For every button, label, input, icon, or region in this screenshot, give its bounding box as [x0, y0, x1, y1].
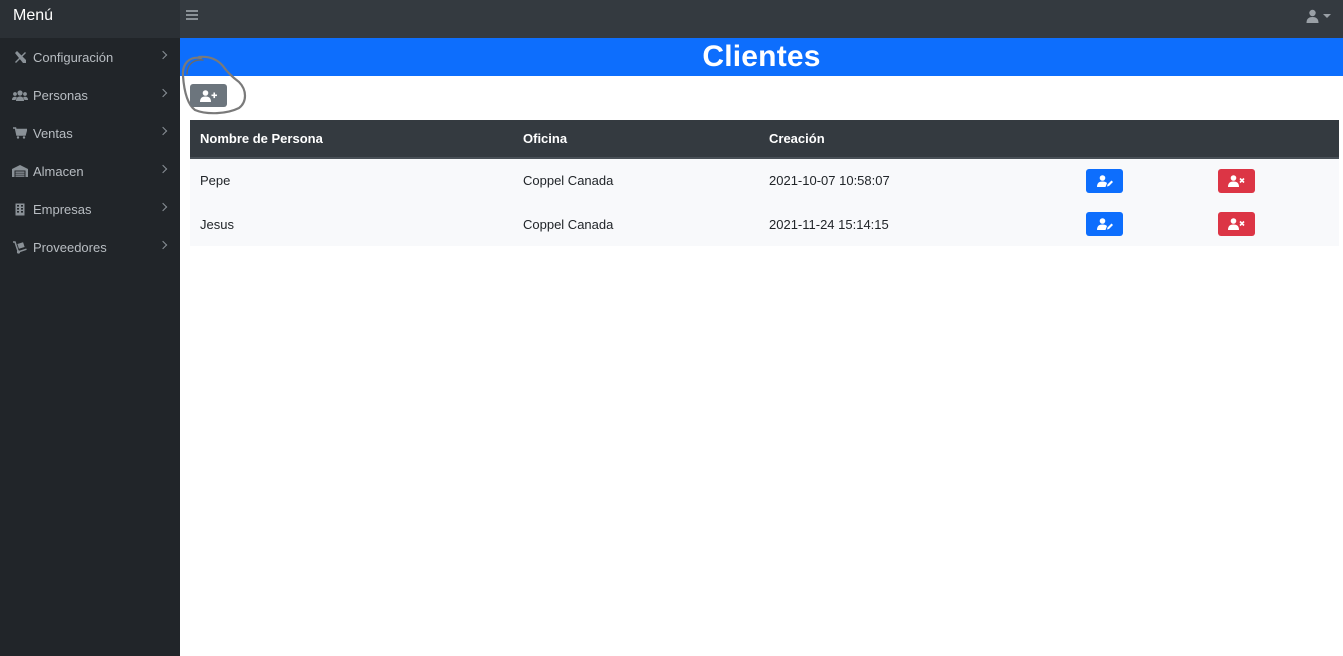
hamburger-icon[interactable] [186, 10, 198, 22]
cell-delete [1207, 202, 1339, 246]
sidebar-item-label: Empresas [33, 201, 92, 217]
cell-creacion: 2021-11-24 15:14:15 [769, 216, 889, 232]
chevron-right-icon [158, 164, 168, 174]
brand-title: Menú [0, 0, 180, 38]
sidebar: Configuración Personas Ventas Almacen Em… [0, 38, 180, 656]
delete-client-button[interactable] [1218, 168, 1255, 193]
cell-edit [1075, 202, 1207, 246]
table-header-row: Nombre de Persona Oficina Creación [190, 120, 1339, 159]
table-row: Jesus Coppel Canada 2021-11-24 15:14:15 [190, 202, 1339, 246]
page-header: Clientes [180, 38, 1343, 76]
clients-table: Nombre de Persona Oficina Creación Pepe … [190, 120, 1339, 246]
user-times-icon [1228, 174, 1245, 187]
building-icon [12, 202, 28, 216]
top-navbar: Menú [0, 0, 1343, 38]
column-header-nombre: Nombre de Persona [190, 120, 513, 159]
chevron-right-icon [158, 240, 168, 250]
sidebar-item-label: Almacen [33, 163, 84, 179]
sidebar-item-almacen[interactable]: Almacen [0, 152, 180, 190]
sidebar-item-proveedores[interactable]: Proveedores [0, 228, 180, 266]
caret-down-icon [1323, 14, 1331, 18]
user-icon [1306, 9, 1319, 23]
sidebar-item-label: Ventas [33, 125, 73, 141]
dolly-icon [12, 240, 28, 254]
chevron-right-icon [158, 126, 168, 136]
chevron-right-icon [158, 50, 168, 60]
users-icon [12, 88, 28, 102]
sidebar-item-personas[interactable]: Personas [0, 76, 180, 114]
column-header-creacion: Creación [759, 120, 1075, 159]
column-header-delete [1207, 120, 1339, 159]
page-title: Clientes [702, 40, 821, 73]
chevron-right-icon [158, 88, 168, 98]
cell-oficina: Coppel Canada [523, 216, 614, 232]
sidebar-item-label: Proveedores [33, 239, 107, 255]
column-header-oficina: Oficina [513, 120, 759, 159]
cell-nombre: Jesus [200, 216, 234, 232]
cart-icon [12, 126, 28, 140]
cell-nombre: Pepe [200, 173, 231, 188]
user-edit-icon [1096, 174, 1113, 187]
edit-client-button[interactable] [1086, 168, 1123, 193]
sidebar-item-ventas[interactable]: Ventas [0, 114, 180, 152]
cell-delete [1207, 158, 1339, 202]
user-menu-toggle[interactable] [1306, 6, 1331, 26]
user-plus-icon [200, 89, 217, 102]
edit-client-button[interactable] [1086, 212, 1123, 236]
tools-icon [12, 50, 28, 64]
add-client-button[interactable] [190, 84, 227, 107]
cell-oficina: Coppel Canada [523, 173, 614, 188]
cell-creacion: 2021-10-07 10:58:07 [769, 173, 890, 188]
sidebar-item-label: Personas [33, 87, 88, 103]
column-header-edit [1075, 120, 1207, 159]
cell-edit [1075, 158, 1207, 202]
sidebar-item-empresas[interactable]: Empresas [0, 190, 180, 228]
table-row: Pepe Coppel Canada 2021-10-07 10:58:07 [190, 158, 1339, 202]
sidebar-item-label: Configuración [33, 49, 114, 65]
sidebar-item-configuracion[interactable]: Configuración [0, 38, 180, 76]
user-edit-icon [1096, 218, 1113, 230]
chevron-right-icon [158, 202, 168, 212]
delete-client-button[interactable] [1218, 212, 1255, 236]
warehouse-icon [12, 164, 28, 178]
user-times-icon [1228, 218, 1245, 230]
